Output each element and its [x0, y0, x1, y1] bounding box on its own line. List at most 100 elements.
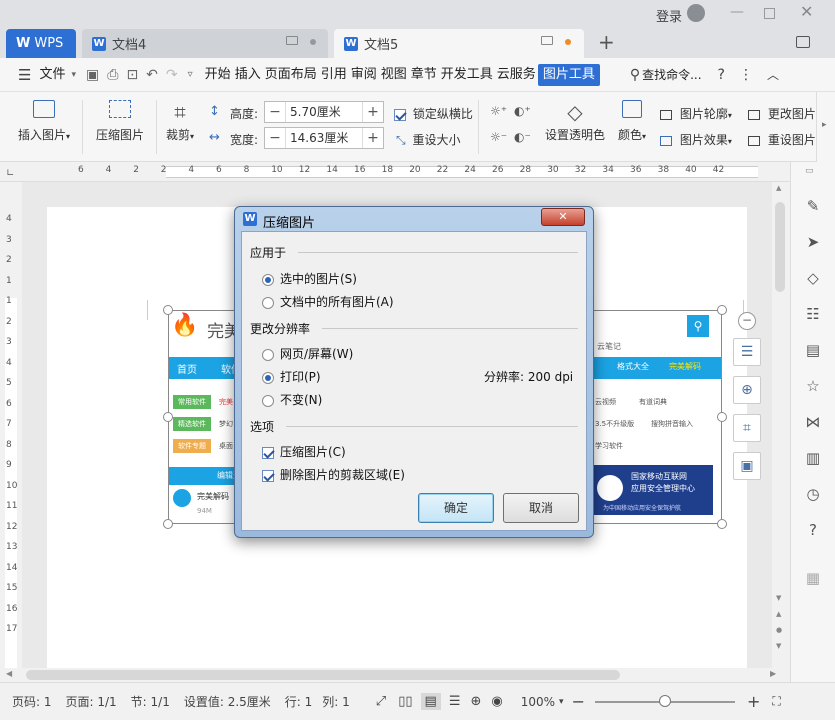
change-picture-button[interactable]: 更改图片 [748, 105, 816, 122]
menu-picture-tools[interactable]: 图片工具 [537, 63, 600, 86]
history-icon[interactable]: ◷ [803, 484, 823, 504]
set-transparent-color-button[interactable]: ◇ 设置透明色 [542, 100, 608, 143]
quick-access-chevron-icon[interactable]: ▿ [188, 69, 193, 80]
status-pages[interactable]: 页面: 1/1 [66, 693, 117, 710]
save-icon[interactable]: ▣ [86, 67, 99, 83]
scroll-thumb[interactable] [775, 202, 785, 292]
zoom-level[interactable]: 100% [521, 695, 555, 709]
menu-view[interactable]: 视图 [379, 64, 409, 86]
radio-web-screen[interactable]: 网页/屏幕(W) [262, 345, 353, 362]
fullscreen-icon[interactable]: ⤢ [376, 694, 386, 709]
menu-developer[interactable]: 开发工具 [439, 64, 495, 86]
vertical-scrollbar[interactable]: ▲ ▼ ▲ ● ▼ [772, 182, 788, 668]
scroll-up-icon[interactable]: ▲ [776, 184, 781, 192]
resize-handle[interactable] [163, 519, 173, 529]
gallery-icon[interactable]: ▤ [803, 340, 823, 360]
hscroll-thumb[interactable] [26, 670, 620, 680]
tab-list-icon[interactable] [796, 36, 810, 48]
eye-protect-icon[interactable]: ◉ [491, 694, 502, 709]
color-button[interactable]: 颜色▾ [614, 100, 650, 143]
resize-handle[interactable] [717, 305, 727, 315]
brightness-down-icon[interactable]: ☼⁻ [490, 130, 507, 144]
collapse-icon[interactable]: − [738, 312, 756, 330]
shapes-icon[interactable]: ◇ [803, 268, 823, 288]
menu-insert[interactable]: 插入 [233, 64, 263, 86]
scroll-right-icon[interactable]: ▶ [770, 669, 776, 678]
height-stepper[interactable]: − 5.70厘米 + [264, 101, 384, 123]
resize-handle[interactable] [163, 412, 173, 422]
menu-cloud[interactable]: 云服务 [495, 64, 538, 86]
print-icon[interactable]: ⎙ [107, 67, 118, 83]
zoom-dropdown-icon[interactable]: ▾ [559, 697, 564, 707]
chevron-down-icon[interactable]: ▾ [71, 70, 76, 80]
pen-icon[interactable]: ✎ [803, 196, 823, 216]
menu-file[interactable]: 文件 [37, 64, 67, 86]
ok-button[interactable]: 确定 [418, 493, 494, 523]
cancel-button[interactable]: 取消 [503, 493, 579, 523]
select-browse-icon[interactable]: ● [776, 626, 782, 634]
contrast-up-icon[interactable]: ◐⁺ [514, 104, 531, 118]
menu-section[interactable]: 章节 [409, 64, 439, 86]
more-icon[interactable]: ⋮ [739, 67, 753, 83]
apps-grid-icon[interactable]: ▦ [803, 568, 823, 588]
zoom-in-button[interactable]: + [747, 692, 760, 711]
preview-icon[interactable]: ⊡ [126, 67, 138, 83]
wrap-text-icon[interactable]: ☰ [733, 338, 761, 366]
sidebar-collapse-icon[interactable]: ▭ [805, 166, 814, 176]
scroll-down-icon[interactable]: ▼ [776, 594, 781, 602]
compress-picture-button[interactable]: 压缩图片 [94, 100, 146, 143]
status-row[interactable]: 行: 1 [285, 693, 313, 710]
page-view-icon[interactable]: ▤ [420, 693, 441, 710]
collapse-ribbon-icon[interactable]: ︿ [767, 66, 779, 83]
ribbon-scroll-right[interactable]: ▸ [816, 92, 835, 162]
login-link[interactable]: 登录 [656, 6, 682, 25]
plus-icon[interactable]: + [363, 130, 383, 146]
zoom-in-icon[interactable]: ⊕ [733, 376, 761, 404]
tab-wps[interactable]: W WPS [6, 29, 76, 58]
lock-ratio-checkbox[interactable]: 锁定纵横比 [394, 105, 473, 122]
menu-review[interactable]: 审阅 [349, 64, 379, 86]
brightness-up-icon[interactable]: ☼⁺ [490, 104, 507, 118]
checkbox-compress-pictures[interactable]: 压缩图片(C) [262, 443, 346, 460]
tab-doc5[interactable]: W 文档5 [334, 29, 584, 58]
reset-size-button[interactable]: ⤡ 重设大小 [396, 131, 460, 148]
horizontal-ruler[interactable]: 6 4 2 2 4 6 8 10 12 14 16 18 20 22 24 26 28 30 32 34 36 38 40 4… [0, 162, 790, 182]
picture-preview-icon[interactable]: ▣ [733, 452, 761, 480]
avatar[interactable] [687, 4, 705, 22]
picture-effect-button[interactable]: 图片效果▾ [660, 131, 732, 148]
height-value[interactable]: 5.70厘米 [285, 102, 363, 122]
help-circle-icon[interactable]: ? [803, 520, 823, 540]
radio-all-pictures[interactable]: 文档中的所有图片(A) [262, 293, 394, 310]
hamburger-icon[interactable]: ☰ [18, 66, 31, 84]
fit-window-icon[interactable]: ⛶ [772, 694, 780, 709]
menu-layout[interactable]: 页面布局 [263, 64, 319, 86]
minimize-icon[interactable]: — [730, 4, 744, 20]
checkbox-delete-cropped-areas[interactable]: 删除图片的剪裁区域(E) [262, 466, 405, 483]
minus-icon[interactable]: − [265, 130, 285, 146]
crop-button[interactable]: ⌗ 裁剪▾ [162, 100, 198, 143]
cursor-icon[interactable]: ➤ [803, 232, 823, 252]
tab-doc4[interactable]: W 文档4 [82, 29, 328, 58]
zoom-slider[interactable] [594, 694, 735, 707]
status-page[interactable]: 页码: 1 [12, 693, 52, 710]
zoom-slider-thumb[interactable] [658, 694, 671, 707]
status-setting[interactable]: 设置值: 2.5厘米 [184, 693, 271, 710]
new-tab-button[interactable]: + [598, 30, 615, 54]
scroll-left-icon[interactable]: ◀ [6, 669, 12, 678]
tab-stop-icon[interactable]: ∟ [6, 168, 14, 179]
screen-icon[interactable] [286, 36, 298, 45]
plus-icon[interactable]: + [363, 104, 383, 120]
undo-icon[interactable]: ↶ [146, 67, 158, 83]
prev-page-icon[interactable]: ▲ [776, 610, 781, 618]
archive-icon[interactable]: ▥ [803, 448, 823, 468]
resize-handle[interactable] [717, 519, 727, 529]
share-icon[interactable]: ⋈ [803, 412, 823, 432]
resize-handle[interactable] [163, 305, 173, 315]
radio-selected-pictures[interactable]: 选中的图片(S) [262, 270, 357, 287]
vertical-ruler[interactable]: 4 3 2 1 1 2 3 4 5 6 7 8 9 10 11 12 13 14 15 16 17 [0, 182, 22, 668]
screen-icon[interactable] [541, 36, 553, 45]
adjust-icon[interactable]: ☷ [803, 304, 823, 324]
resize-handle[interactable] [717, 412, 727, 422]
dialog-close-button[interactable]: ✕ [541, 208, 585, 226]
insert-picture-button[interactable]: 插入图片▾ [14, 100, 74, 143]
